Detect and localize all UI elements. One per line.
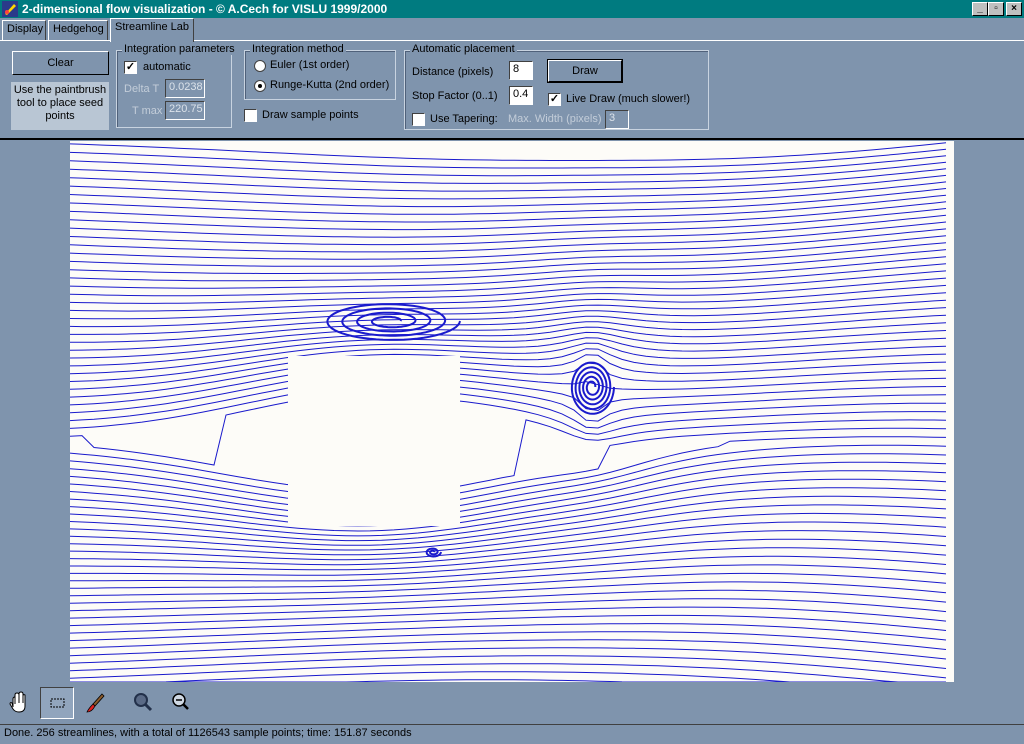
draw-button[interactable]: Draw <box>547 59 623 83</box>
paintbrush-icon <box>86 693 105 713</box>
minimize-button[interactable]: _ <box>972 2 988 16</box>
stop-factor-label: Stop Factor (0..1) <box>412 90 498 102</box>
streamline-plot <box>69 142 947 683</box>
window-title: 2-dimensional flow visualization - © A.C… <box>22 2 388 16</box>
integration-parameters-title: Integration parameters <box>122 43 237 55</box>
obstacle-region <box>288 356 460 526</box>
tab-streamline-lab[interactable]: Streamline Lab <box>110 18 194 42</box>
automatic-checkbox[interactable]: ✓ <box>124 61 137 74</box>
distance-field[interactable]: 8 <box>509 61 533 80</box>
t-max-label: T max <box>132 105 163 117</box>
integration-method-title: Integration method <box>250 43 346 55</box>
delta-t-field[interactable]: 0.0238 <box>165 79 205 98</box>
runge-kutta-label: Runge-Kutta (2nd order) <box>270 79 390 91</box>
clear-button[interactable]: Clear <box>12 51 109 75</box>
vortex-bottom <box>425 547 442 558</box>
max-width-field[interactable]: 3 <box>605 110 629 129</box>
draw-sample-points-checkbox[interactable] <box>244 109 257 122</box>
hand-icon <box>9 691 26 713</box>
hint-text: Use the paintbrush tool to place seed po… <box>11 82 109 130</box>
runge-kutta-radio[interactable] <box>254 80 266 92</box>
zoom-out-icon <box>172 693 189 710</box>
use-tapering-label: Use Tapering: <box>430 113 498 125</box>
rectangle-select-tool-button[interactable] <box>40 687 74 719</box>
draw-sample-points-label: Draw sample points <box>262 109 359 121</box>
use-tapering-checkbox[interactable] <box>412 113 425 126</box>
paintbrush-tool-button[interactable] <box>78 687 112 719</box>
automatic-label: automatic <box>143 61 191 73</box>
hand-tool-button[interactable] <box>2 687 36 719</box>
stop-factor-field[interactable]: 0.4 <box>509 86 533 105</box>
app-icon <box>2 1 18 17</box>
title-bar: 2-dimensional flow visualization - © A.C… <box>0 0 1024 18</box>
streamlines <box>69 142 947 683</box>
zoom-in-icon <box>134 693 153 712</box>
restore-button[interactable]: ▫ <box>988 2 1004 16</box>
status-bar: Done. 256 streamlines, with a total of 1… <box>0 724 1024 744</box>
zoom-in-tool-button[interactable] <box>126 687 160 719</box>
automatic-placement-title: Automatic placement <box>410 43 517 55</box>
tab-hedgehog[interactable]: Hedgehog <box>48 20 108 40</box>
live-draw-checkbox[interactable]: ✓ <box>548 93 561 106</box>
close-button[interactable]: × <box>1006 2 1022 16</box>
t-max-field[interactable]: 220.75 <box>165 101 205 120</box>
euler-label: Euler (1st order) <box>270 59 350 71</box>
tool-bar <box>0 683 1024 723</box>
integration-method-group <box>244 50 396 100</box>
flow-canvas[interactable] <box>69 141 954 683</box>
distance-label: Distance (pixels) <box>412 66 494 78</box>
rectangle-select-icon <box>50 698 65 708</box>
live-draw-label: Live Draw (much slower!) <box>566 93 691 105</box>
delta-t-label: Delta T <box>124 83 160 95</box>
tab-display[interactable]: Display <box>2 20 46 40</box>
max-width-label: Max. Width (pixels) <box>508 113 602 125</box>
zoom-out-tool-button[interactable] <box>164 687 198 719</box>
vortex-right <box>570 361 615 415</box>
euler-radio[interactable] <box>254 60 266 72</box>
